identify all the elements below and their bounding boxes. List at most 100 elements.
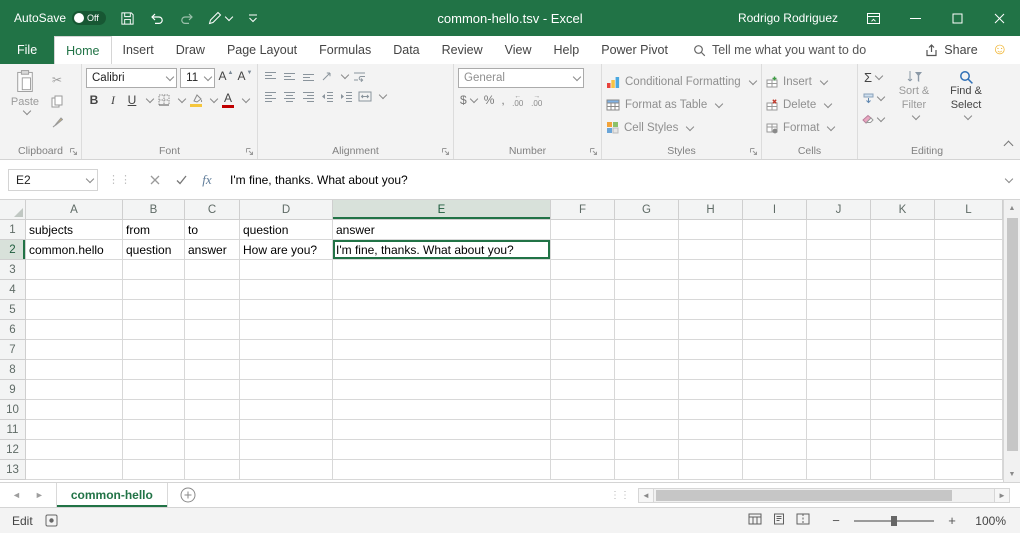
row-header-3[interactable]: 3 (0, 260, 26, 280)
alignment-dialog-launcher[interactable] (441, 147, 450, 156)
formula-bar-drag-handle[interactable]: ⋮⋮ (108, 173, 132, 186)
cell-B3[interactable] (123, 260, 185, 280)
expand-formula-bar-button[interactable] (994, 176, 1020, 184)
cell-H9[interactable] (679, 380, 743, 400)
tab-help[interactable]: Help (543, 36, 591, 64)
cell-G10[interactable] (615, 400, 679, 420)
cell-C1[interactable]: to (185, 220, 240, 240)
cell-I6[interactable] (743, 320, 807, 340)
cell-I13[interactable] (743, 460, 807, 480)
row-header-13[interactable]: 13 (0, 460, 26, 480)
previous-sheet-button[interactable]: ◄ (12, 490, 21, 500)
italic-button[interactable]: I (105, 92, 121, 108)
collapse-ribbon-button[interactable] (1005, 136, 1012, 154)
customize-qat-button[interactable] (244, 5, 262, 31)
row-header-9[interactable]: 9 (0, 380, 26, 400)
align-center-button[interactable] (281, 88, 297, 104)
sort-filter-button[interactable]: Sort & Filter (888, 67, 940, 142)
cell-H8[interactable] (679, 360, 743, 380)
scroll-up-icon[interactable]: ▲ (1004, 200, 1020, 216)
bottom-align-button[interactable] (300, 68, 316, 84)
zoom-slider[interactable] (854, 514, 934, 528)
row-header-8[interactable]: 8 (0, 360, 26, 380)
tell-me-box[interactable]: Tell me what you want to do (683, 36, 876, 64)
column-header-G[interactable]: G (615, 200, 679, 220)
scroll-left-icon[interactable]: ◄ (638, 488, 654, 503)
cell-A3[interactable] (26, 260, 123, 280)
borders-button[interactable] (156, 92, 172, 108)
cell-A8[interactable] (26, 360, 123, 380)
cell-B13[interactable] (123, 460, 185, 480)
cell-H11[interactable] (679, 420, 743, 440)
cell-L1[interactable] (935, 220, 1003, 240)
cell-A10[interactable] (26, 400, 123, 420)
cell-H10[interactable] (679, 400, 743, 420)
copy-button[interactable] (49, 93, 65, 109)
cell-J10[interactable] (807, 400, 871, 420)
increase-indent-button[interactable] (338, 88, 354, 104)
cell-G6[interactable] (615, 320, 679, 340)
cell-G4[interactable] (615, 280, 679, 300)
autosave-toggle[interactable]: Off (72, 11, 106, 25)
cell-E12[interactable] (333, 440, 551, 460)
cell-J8[interactable] (807, 360, 871, 380)
cell-J4[interactable] (807, 280, 871, 300)
cell-D7[interactable] (240, 340, 333, 360)
row-header-6[interactable]: 6 (0, 320, 26, 340)
formula-input[interactable]: I'm fine, thanks. What about you? (220, 173, 994, 187)
decrease-indent-button[interactable] (319, 88, 335, 104)
orientation-button[interactable] (319, 68, 335, 84)
cell-A6[interactable] (26, 320, 123, 340)
cell-J12[interactable] (807, 440, 871, 460)
top-align-button[interactable] (262, 68, 278, 84)
cell-I1[interactable] (743, 220, 807, 240)
cell-A5[interactable] (26, 300, 123, 320)
save-button[interactable] (118, 5, 136, 31)
cell-B4[interactable] (123, 280, 185, 300)
column-header-F[interactable]: F (551, 200, 615, 220)
conditional-formatting-button[interactable]: Conditional Formatting (606, 72, 757, 92)
cell-C13[interactable] (185, 460, 240, 480)
cell-I5[interactable] (743, 300, 807, 320)
cell-F7[interactable] (551, 340, 615, 360)
enter-button[interactable] (168, 169, 194, 191)
cell-K4[interactable] (871, 280, 935, 300)
close-button[interactable] (978, 0, 1020, 36)
cell-F8[interactable] (551, 360, 615, 380)
cell-D3[interactable] (240, 260, 333, 280)
cell-D10[interactable] (240, 400, 333, 420)
column-header-H[interactable]: H (679, 200, 743, 220)
align-right-button[interactable] (300, 88, 316, 104)
delete-cells-button[interactable]: Delete (766, 95, 853, 115)
redo-button[interactable] (178, 5, 196, 31)
cell-H6[interactable] (679, 320, 743, 340)
underline-button[interactable]: U (124, 92, 140, 108)
cell-E11[interactable] (333, 420, 551, 440)
cell-A9[interactable] (26, 380, 123, 400)
ribbon-display-options-button[interactable] (852, 0, 894, 36)
zoom-in-button[interactable]: + (946, 513, 958, 528)
share-button[interactable]: Share (925, 43, 977, 57)
tab-scroll-splitter[interactable]: ⋮⋮ (610, 483, 630, 507)
cell-J9[interactable] (807, 380, 871, 400)
cell-B11[interactable] (123, 420, 185, 440)
cell-K10[interactable] (871, 400, 935, 420)
cell-A13[interactable] (26, 460, 123, 480)
cell-C3[interactable] (185, 260, 240, 280)
cell-K1[interactable] (871, 220, 935, 240)
cell-B10[interactable] (123, 400, 185, 420)
cell-H5[interactable] (679, 300, 743, 320)
cell-D6[interactable] (240, 320, 333, 340)
cell-F12[interactable] (551, 440, 615, 460)
next-sheet-button[interactable]: ► (35, 490, 44, 500)
cell-I7[interactable] (743, 340, 807, 360)
cell-L3[interactable] (935, 260, 1003, 280)
cell-I3[interactable] (743, 260, 807, 280)
zoom-level[interactable]: 100% (970, 514, 1006, 528)
clear-button[interactable] (862, 111, 884, 127)
cell-D1[interactable]: question (240, 220, 333, 240)
cell-J11[interactable] (807, 420, 871, 440)
tab-formulas[interactable]: Formulas (308, 36, 382, 64)
font-size-select[interactable]: 11 (180, 68, 215, 88)
cell-K12[interactable] (871, 440, 935, 460)
